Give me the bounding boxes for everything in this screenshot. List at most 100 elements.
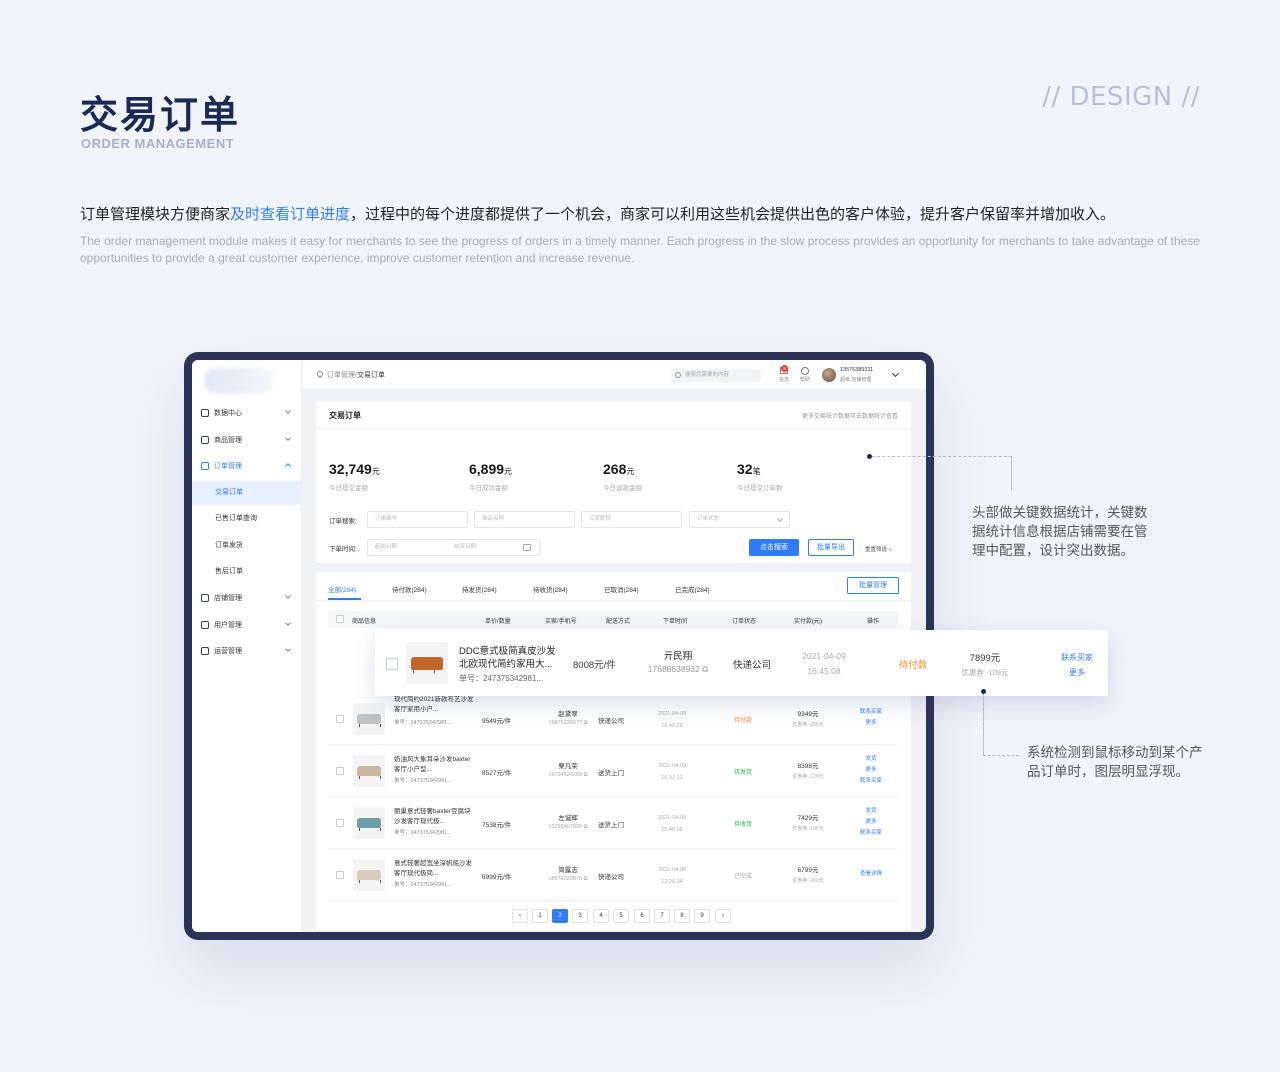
- view-details-link[interactable]: 查看详情: [848, 869, 894, 880]
- sidebar-item-data-center[interactable]: 数据中心: [192, 401, 302, 425]
- search-input[interactable]: 搜索您需要的内容: [671, 369, 761, 382]
- table-row[interactable]: 丽巢意式轻奢baxter豆腐块沙发客厅现代极... 单号：24737534298…: [328, 797, 898, 849]
- sidebar-item-orders[interactable]: 订单管理: [192, 454, 302, 478]
- page-button[interactable]: 7: [654, 909, 670, 923]
- more-link[interactable]: 更多: [1051, 665, 1103, 680]
- row-checkbox[interactable]: [336, 715, 344, 723]
- product-name[interactable]: 奶油风大象耳朵沙发baxter客厅小户型...: [394, 755, 474, 775]
- sidebar-item-products[interactable]: 商品管理: [192, 428, 302, 452]
- product-name[interactable]: 意式轻奢超宽坐深帆船沙发客厅现代极简...: [394, 859, 474, 879]
- chevron-down-icon: [285, 620, 291, 626]
- sidebar-item-users[interactable]: 用户管理: [192, 613, 302, 637]
- contact-buyer-link[interactable]: 联系买家: [848, 828, 894, 839]
- status-badge: 待收货: [733, 822, 752, 828]
- page-button[interactable]: 8: [674, 909, 690, 923]
- order-time: 2021-04-09 15:45:08: [657, 815, 687, 833]
- buyer-phone: 13255467899 ⧉: [548, 824, 588, 830]
- row-checkbox[interactable]: [336, 871, 344, 879]
- contact-buyer-link[interactable]: 联系买家: [1051, 650, 1103, 665]
- row-checkbox[interactable]: [336, 767, 344, 775]
- tab-completed[interactable]: 已完成(284): [675, 584, 710, 594]
- summary-card: 交易订单 更多交易统计数据可去数据统计查看 32,749元 今日提交金额 6,89…: [316, 401, 911, 563]
- paid-amount: 7899元: [969, 653, 1001, 664]
- avatar[interactable]: [822, 368, 836, 382]
- sofa-image: [357, 766, 381, 779]
- row-actions: 联系买家 更多: [848, 707, 894, 729]
- reset-filter-button[interactable]: 重置筛选 ⌂: [865, 545, 892, 553]
- buyer-phone: 17688638932 ⧉: [647, 664, 709, 674]
- order-no-input[interactable]: 订单编号: [367, 511, 468, 528]
- coupon-discount: 优惠券:-200元: [792, 878, 824, 884]
- page-button[interactable]: 6: [634, 909, 650, 923]
- page-button[interactable]: 5: [613, 909, 629, 923]
- clipboard-icon: [201, 462, 209, 470]
- order-time: 2021-04-09 16:40:29: [657, 711, 687, 729]
- logo: [204, 368, 274, 394]
- unit-price: 9549元/件: [482, 718, 512, 725]
- table-row[interactable]: 现代简约2021新款布艺沙发客厅家用小户... 单号：247375342981.…: [328, 693, 898, 745]
- copy-icon[interactable]: ⧉: [584, 772, 588, 778]
- sidebar-item-operations[interactable]: 运营管理: [192, 639, 302, 663]
- copy-icon[interactable]: ⧉: [584, 876, 588, 882]
- search-button[interactable]: 点击搜索: [749, 539, 799, 556]
- intro-highlight: 及时查看订单进度: [230, 206, 351, 223]
- tab-all[interactable]: 全部(284): [328, 584, 356, 594]
- export-button[interactable]: 批量导出: [808, 539, 854, 556]
- sidebar-sub-trade-orders[interactable]: 交易订单: [192, 481, 302, 505]
- col-buyer: 买家/手机号: [545, 619, 577, 625]
- tab-pending-payment[interactable]: 待付款(284): [392, 584, 427, 594]
- date-range-picker[interactable]: 起始日期 - 结束日期: [367, 539, 540, 556]
- contact-buyer-link[interactable]: 联系买家: [848, 707, 894, 718]
- page-button[interactable]: 1: [532, 909, 548, 923]
- more-link[interactable]: 更多: [848, 817, 894, 828]
- sidebar-sub-sold-query[interactable]: 已售订单查询: [192, 507, 302, 531]
- select-all-checkbox[interactable]: [336, 615, 344, 623]
- sidebar-item-store[interactable]: 店铺管理: [192, 586, 302, 610]
- order-search-label: 订单搜索:: [329, 518, 357, 525]
- page-button-current[interactable]: 2: [552, 909, 568, 923]
- copy-icon[interactable]: ⧉: [584, 824, 588, 830]
- stat-refund-amount: 268元 今日退款金额: [603, 461, 642, 492]
- contact-buyer-link[interactable]: 联系买家: [848, 776, 894, 787]
- unit-price: 8008元/件: [573, 660, 616, 671]
- tab-cancelled[interactable]: 已取消(284): [604, 584, 639, 594]
- annotation-line: [1011, 456, 1012, 490]
- hovered-order-row[interactable]: DDC意式极简真皮沙发北欧现代简约家用大... 单号：247375342981.…: [375, 630, 1108, 696]
- product-name[interactable]: 丽巢意式轻奢baxter豆腐块沙发客厅现代极...: [394, 807, 474, 827]
- message-button[interactable]: 9 信息: [777, 365, 791, 383]
- ship-link[interactable]: 发货: [848, 754, 894, 765]
- next-page-button[interactable]: ›: [715, 909, 731, 923]
- chevron-down-icon[interactable]: [891, 369, 900, 378]
- page-button[interactable]: 3: [572, 909, 588, 923]
- more-link[interactable]: 更多: [848, 765, 894, 776]
- stats-link[interactable]: 更多交易统计数据可去数据统计查看: [802, 411, 898, 420]
- tab-pending-receipt[interactable]: 待收货(284): [533, 584, 568, 594]
- product-name-input[interactable]: 商品名称: [474, 511, 575, 528]
- more-link[interactable]: 更多: [848, 718, 894, 729]
- copy-icon[interactable]: ⧉: [584, 720, 588, 726]
- dashboard-icon: [201, 409, 209, 417]
- ship-link[interactable]: 发货: [848, 806, 894, 817]
- user-role: 超级 店铺管理: [840, 377, 872, 383]
- intro-en: The order management module makes it eas…: [80, 234, 1200, 265]
- col-price: 单价/数量: [485, 619, 511, 625]
- table-row[interactable]: 意式轻奢超宽坐深帆船沙发客厅现代极简... 单号：247375342981...…: [328, 849, 898, 901]
- sidebar-sub-after-sales[interactable]: 售后订单: [192, 560, 302, 584]
- order-status-select[interactable]: 订单状态: [689, 511, 790, 528]
- page-button[interactable]: 9: [694, 909, 710, 923]
- row-checkbox[interactable]: [336, 819, 344, 827]
- help-button[interactable]: 帮助: [798, 367, 812, 383]
- product-name[interactable]: DDC意式极简真皮沙发北欧现代简约家用大...: [459, 645, 559, 671]
- batch-manage-button[interactable]: 批量管理: [847, 577, 899, 594]
- buyer-nick-input[interactable]: 买家昵称: [581, 511, 682, 528]
- page-button[interactable]: 4: [593, 909, 609, 923]
- order-number: 单号：247375342981...: [394, 720, 452, 726]
- product-name[interactable]: 现代简约2021新款布艺沙发客厅家用小户...: [394, 695, 474, 715]
- sidebar-sub-shipping[interactable]: 订单发货: [192, 534, 302, 558]
- annotation-hover: 系统检测到鼠标移动到某个产品订单时，图层明显浮现。: [1027, 745, 1203, 779]
- table-row[interactable]: 奶油风大象耳朵沙发baxter客厅小户型... 单号：247375342981.…: [328, 745, 898, 797]
- tab-pending-shipment[interactable]: 待发货(284): [462, 584, 497, 594]
- copy-icon[interactable]: ⧉: [702, 664, 708, 674]
- row-checkbox[interactable]: [386, 658, 398, 670]
- prev-page-button[interactable]: ‹: [512, 909, 528, 923]
